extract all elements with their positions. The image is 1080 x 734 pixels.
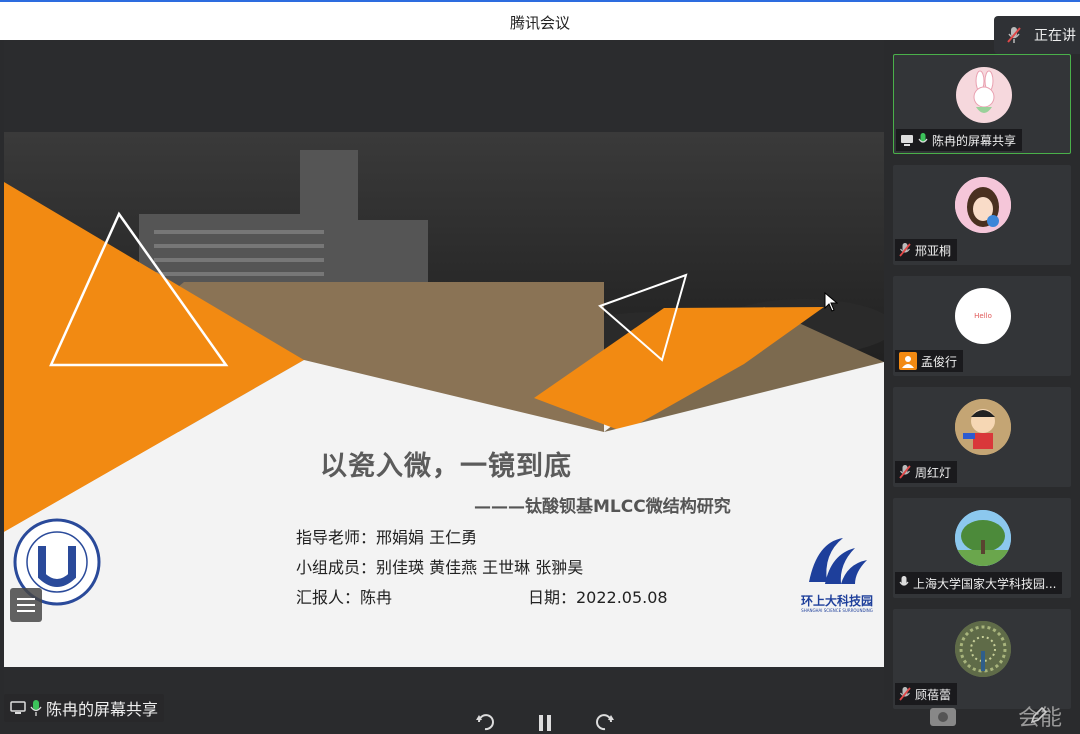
slide-menu-button[interactable] bbox=[10, 588, 42, 622]
participant-tile[interactable]: 上海大学国家大学科技园... bbox=[893, 498, 1071, 598]
participant-tile[interactable]: 邢亚桐 bbox=[893, 165, 1071, 265]
avatar-text: Hello bbox=[974, 312, 992, 320]
window-title: 腾讯会议 bbox=[509, 14, 570, 32]
hello-avatar: Hello bbox=[955, 288, 1011, 344]
mic-muted-icon bbox=[1006, 26, 1022, 44]
participant-name-tag: 邢亚桐 bbox=[895, 239, 958, 261]
science-park-text: 环上大科技园 bbox=[800, 594, 873, 608]
girl-avatar bbox=[955, 177, 1011, 233]
slide-background bbox=[4, 132, 884, 667]
screen-share-area[interactable]: 以瓷入微，一镜到底 ———钛酸钡基MLCC微结构研究 指导老师：邢娟娟 王仁勇 … bbox=[4, 40, 884, 700]
peacock-avatar bbox=[955, 621, 1011, 677]
participant-tile[interactable]: 陈冉的屏幕共享 bbox=[893, 54, 1071, 154]
presentation-slide: 以瓷入微，一镜到底 ———钛酸钡基MLCC微结构研究 指导老师：邢娟娟 王仁勇 … bbox=[4, 132, 884, 667]
forward-icon bbox=[594, 711, 616, 733]
title-bar: 腾讯会议 bbox=[0, 0, 1080, 40]
screen-share-icon bbox=[900, 134, 914, 146]
slide-subtitle: ———钛酸钡基MLCC微结构研究 bbox=[474, 497, 731, 517]
list-icon bbox=[17, 597, 35, 613]
participant-name: 周红灯 bbox=[915, 465, 952, 480]
pause-button[interactable] bbox=[530, 710, 560, 734]
pause-icon bbox=[537, 713, 553, 731]
participant-name: 邢亚桐 bbox=[915, 243, 952, 258]
mic-on-icon bbox=[899, 576, 909, 590]
forward-button[interactable] bbox=[590, 710, 620, 734]
science-park-logo: 环上大科技园 SHANGHAI SCIENCE SURROUNDING bbox=[792, 532, 882, 628]
speaking-label: 正在讲 bbox=[1034, 28, 1076, 44]
science-park-en: SHANGHAI SCIENCE SURROUNDING bbox=[801, 608, 873, 613]
participant-tile[interactable]: 周红灯 bbox=[893, 387, 1071, 487]
rabbit-avatar bbox=[956, 67, 1012, 123]
mouse-cursor-icon bbox=[824, 291, 839, 316]
share-owner-label: 陈冉的屏幕共享 bbox=[4, 694, 165, 722]
mic-on-icon bbox=[918, 133, 928, 147]
slide-advisor: 指导老师：邢娟娟 王仁勇 bbox=[296, 528, 478, 547]
mic-muted-icon bbox=[899, 465, 911, 479]
camera-icon bbox=[928, 702, 958, 726]
participant-tile[interactable]: 顾蓓蕾 bbox=[893, 609, 1071, 709]
slide-date: 日期：2022.05.08 bbox=[528, 588, 668, 607]
slide-title: 以瓷入微，一镜到底 bbox=[320, 451, 572, 482]
person-icon bbox=[899, 352, 917, 370]
playback-controls bbox=[470, 710, 620, 734]
participant-name: 陈冉的屏幕共享 bbox=[932, 133, 1017, 148]
slide-reporter: 汇报人：陈冉 bbox=[296, 588, 393, 607]
screen-share-icon bbox=[10, 701, 26, 715]
participant-name: 孟俊行 bbox=[921, 354, 958, 369]
participant-name-tag: 上海大学国家大学科技园... bbox=[895, 572, 1063, 594]
mic-muted-icon bbox=[899, 243, 911, 257]
share-owner-name: 陈冉的屏幕共享 bbox=[46, 700, 159, 719]
footer-partial: 会能 bbox=[920, 700, 1080, 731]
mic-muted-icon bbox=[899, 687, 911, 701]
participant-name-tag: 孟俊行 bbox=[895, 350, 964, 372]
rewind-button[interactable] bbox=[470, 710, 500, 734]
participant-name-tag: 周红灯 bbox=[895, 461, 958, 483]
tree-avatar bbox=[955, 510, 1011, 566]
mic-on-icon bbox=[30, 700, 42, 716]
slide-members: 小组成员：别佳瑛 黄佳燕 王世琳 张翀昊 bbox=[296, 558, 584, 577]
participant-name-tag: 陈冉的屏幕共享 bbox=[896, 129, 1023, 151]
rewind-icon bbox=[474, 711, 496, 733]
participant-tile[interactable]: Hello 孟俊行 bbox=[893, 276, 1071, 376]
participant-name: 上海大学国家大学科技园... bbox=[913, 576, 1057, 591]
pencil-icon[interactable] bbox=[1030, 706, 1048, 724]
speaking-indicator[interactable]: 正在讲 bbox=[994, 16, 1080, 54]
cartoon-avatar bbox=[955, 399, 1011, 455]
